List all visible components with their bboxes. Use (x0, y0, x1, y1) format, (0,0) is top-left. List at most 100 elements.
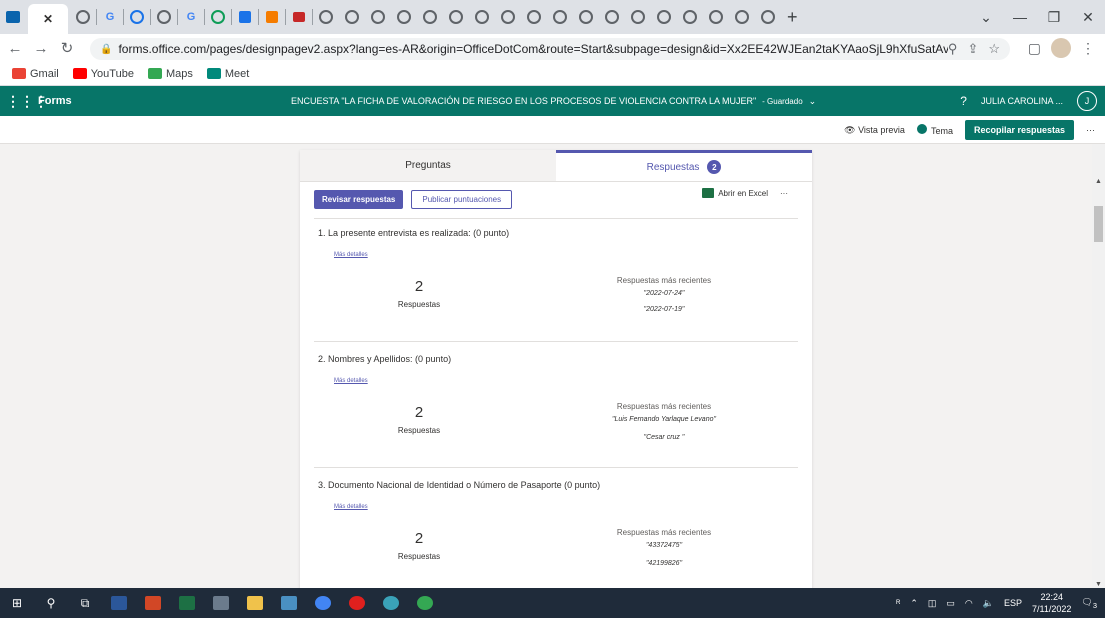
more-options-icon[interactable]: ··· (1086, 125, 1095, 135)
google-tab[interactable]: G (99, 6, 121, 28)
browser-tab[interactable] (757, 6, 779, 28)
help-icon[interactable]: ? (960, 94, 967, 108)
open-in-excel-button[interactable]: Abrir en Excel ··· (702, 188, 788, 198)
browser-tab[interactable] (471, 6, 493, 28)
browser-tab[interactable] (705, 6, 727, 28)
app-name[interactable]: Forms (38, 95, 72, 107)
browser-tab[interactable] (341, 6, 363, 28)
more-details-link[interactable]: Más detalles (334, 378, 368, 384)
url-text: forms.office.com/pages/designpagev2.aspx… (118, 42, 948, 56)
browser-tab[interactable] (679, 6, 701, 28)
profile-avatar[interactable] (1051, 38, 1071, 58)
browser-tab[interactable] (653, 6, 675, 28)
minimize-icon[interactable]: — (1003, 9, 1037, 25)
app-icon[interactable] (272, 588, 306, 618)
browser-tab[interactable] (288, 6, 310, 28)
user-name[interactable]: JULIA CAROLINA ... (981, 96, 1063, 106)
search-icon[interactable]: ⚲ (34, 588, 68, 618)
browser-tab[interactable] (523, 6, 545, 28)
recent-responses-label: Respuestas más recientes (616, 276, 712, 285)
blogger-tab[interactable] (261, 6, 283, 28)
forward-icon[interactable]: → (30, 40, 52, 57)
review-responses-button[interactable]: Revisar respuestas (314, 189, 404, 209)
browser-tab[interactable] (419, 6, 441, 28)
chevron-up-icon[interactable]: ⌃ (910, 598, 918, 609)
more-actions-icon[interactable]: ··· (780, 189, 788, 198)
chrome-icon[interactable] (306, 588, 340, 618)
clock[interactable]: 22:24 7/11/2022 (1032, 591, 1071, 615)
vertical-scrollbar[interactable]: ▲ ▼ (1092, 144, 1105, 588)
meet-icon (206, 68, 221, 79)
notifications-icon[interactable]: 🗨3 (1081, 597, 1097, 610)
browser-tab[interactable] (575, 6, 597, 28)
more-details-link[interactable]: Más detalles (334, 252, 368, 258)
browser-tab[interactable] (367, 6, 389, 28)
google-tab[interactable]: G (180, 6, 202, 28)
sidebar-icon[interactable]: ▢ (1028, 40, 1041, 57)
people-icon[interactable]: ᴿ (896, 598, 900, 608)
outlook-tab[interactable] (2, 6, 24, 28)
browser-tab[interactable] (393, 6, 415, 28)
share-icon[interactable]: ⇪ (967, 41, 978, 57)
browser-tab[interactable] (627, 6, 649, 28)
form-title[interactable]: ENCUESTA "LA FICHA DE VALORACIÓN DE RIES… (291, 86, 816, 116)
bookmark-youtube[interactable]: YouTube (72, 68, 134, 80)
publish-scores-button[interactable]: Publicar puntuaciones (411, 189, 513, 209)
chevron-down-icon[interactable]: ⌄ (809, 96, 817, 107)
browser-tab[interactable] (126, 6, 148, 28)
back-icon[interactable]: ← (4, 40, 26, 57)
browser-tab[interactable] (549, 6, 571, 28)
close-tab-icon[interactable]: ✕ (43, 12, 53, 26)
task-view-icon[interactable]: ⧉ (68, 588, 102, 618)
browser-tab[interactable] (731, 6, 753, 28)
file-explorer-icon[interactable] (238, 588, 272, 618)
camera-icon[interactable] (204, 588, 238, 618)
bookmark-gmail[interactable]: Gmail (12, 68, 59, 80)
bookmark-maps[interactable]: Maps (147, 68, 193, 80)
scroll-down-icon[interactable]: ▼ (1092, 581, 1105, 588)
preview-button[interactable]: 👁 Vista previa (844, 125, 905, 136)
browser-tab[interactable] (72, 6, 94, 28)
restore-icon[interactable]: ❐ (1037, 9, 1071, 26)
excel-taskbar-icon[interactable] (170, 588, 204, 618)
app-icon[interactable] (374, 588, 408, 618)
browser-tab[interactable] (207, 6, 229, 28)
app-launcher-icon[interactable]: ⋮⋮⋮ (6, 93, 48, 110)
chrome-icon[interactable] (408, 588, 442, 618)
powerpoint-icon[interactable] (136, 588, 170, 618)
network-icon[interactable]: ◫ (928, 598, 937, 609)
start-icon[interactable]: ⊞ (0, 588, 34, 618)
reload-icon[interactable]: ↻ (56, 39, 78, 57)
browser-tab[interactable] (445, 6, 467, 28)
recent-answer: "Cesar cruz " (643, 434, 685, 441)
battery-icon[interactable]: ▭ (946, 598, 955, 609)
user-avatar[interactable]: J (1077, 91, 1097, 111)
zoom-icon[interactable]: ⚲ (948, 41, 958, 57)
volume-icon[interactable]: 🔈 (983, 598, 994, 609)
new-tab-icon[interactable]: + (787, 7, 798, 28)
browser-tab-strip: ✕ G G + ⌄ — ❐ ✕ (0, 0, 1105, 34)
tab-responses[interactable]: Respuestas 2 (556, 150, 812, 181)
browser-tab[interactable] (315, 6, 337, 28)
opera-icon[interactable] (340, 588, 374, 618)
bookmark-star-icon[interactable]: ☆ (988, 41, 1000, 57)
bookmark-meet[interactable]: Meet (206, 68, 249, 80)
close-window-icon[interactable]: ✕ (1071, 9, 1105, 26)
active-tab[interactable]: ✕ (28, 4, 68, 34)
theme-button[interactable]: Tema (916, 124, 953, 136)
more-details-link[interactable]: Más detalles (334, 504, 368, 510)
tab-questions[interactable]: Preguntas (300, 150, 556, 181)
address-bar[interactable]: 🔒 forms.office.com/pages/designpagev2.as… (90, 38, 1010, 60)
wifi-icon[interactable]: ◠ (965, 598, 973, 609)
word-icon[interactable] (102, 588, 136, 618)
browser-tab[interactable] (153, 6, 175, 28)
collect-responses-button[interactable]: Recopilar respuestas (964, 120, 1074, 140)
browser-tab[interactable] (234, 6, 256, 28)
scroll-up-icon[interactable]: ▲ (1092, 178, 1105, 185)
browser-menu-icon[interactable]: ⋮ (1081, 40, 1095, 57)
browser-tab[interactable] (497, 6, 519, 28)
scrollbar-thumb[interactable] (1094, 206, 1103, 242)
tab-search-icon[interactable]: ⌄ (969, 9, 1003, 26)
language-indicator[interactable]: ESP (1004, 598, 1022, 608)
browser-tab[interactable] (601, 6, 623, 28)
